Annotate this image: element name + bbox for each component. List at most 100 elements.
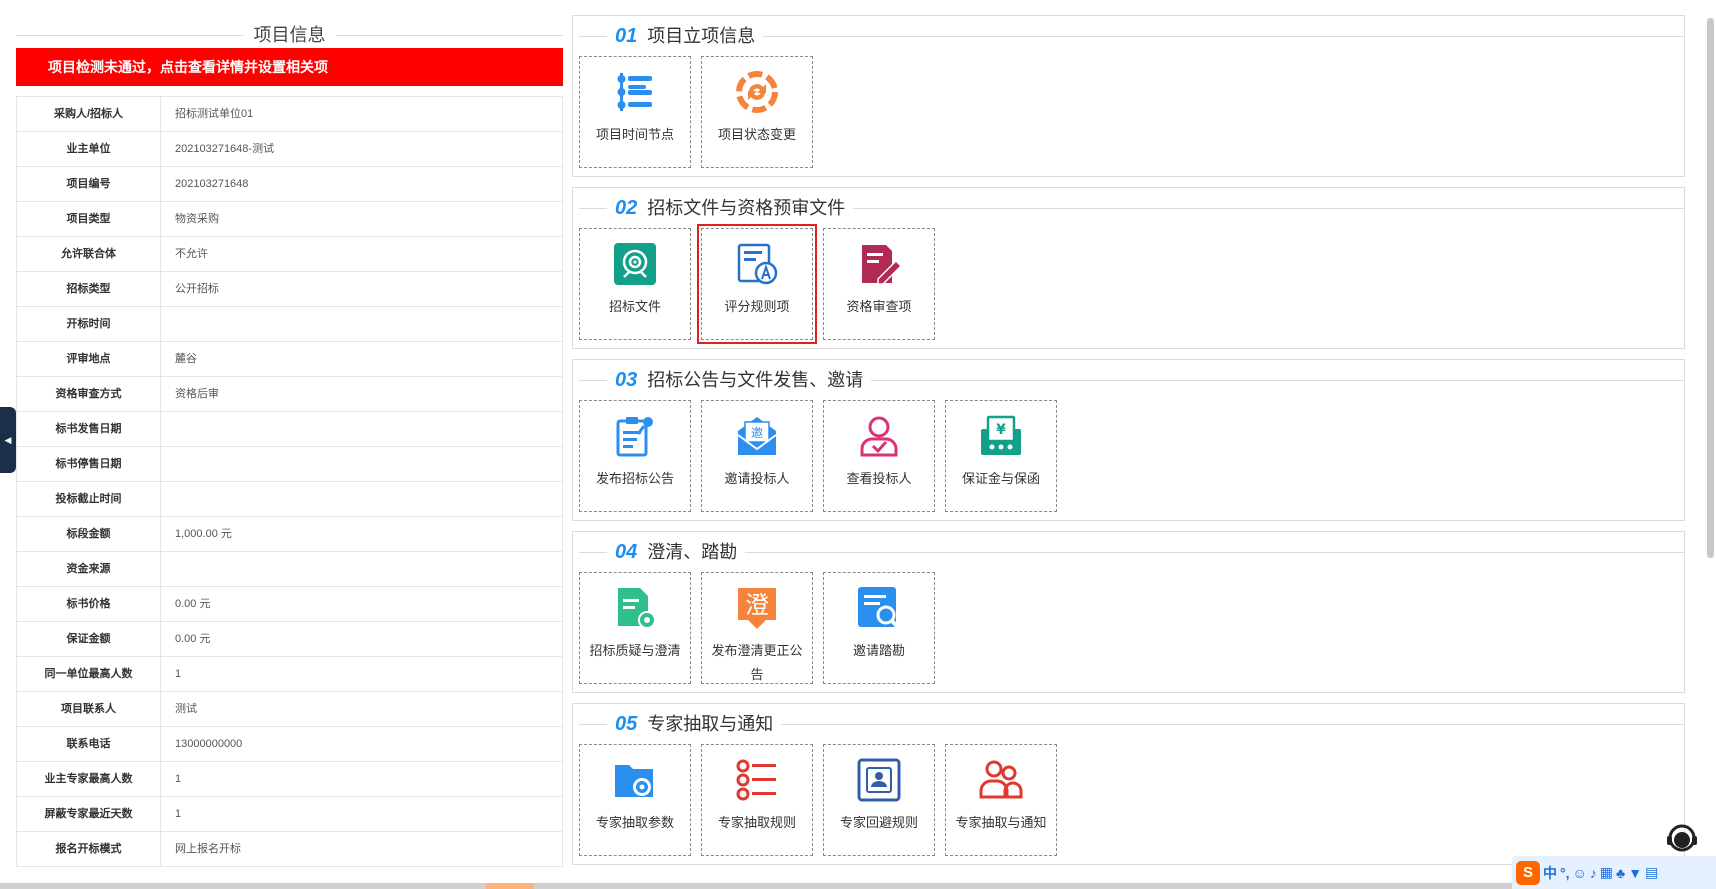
workflow-section-04: 04 澄清、踏勘招标质疑与澄清 澄发布澄清更正公告邀请踏勘 bbox=[572, 531, 1685, 693]
deposit-guarantee-icon: ¥ bbox=[978, 413, 1024, 459]
info-value: 1 bbox=[161, 762, 563, 796]
tile-label: 项目状态变更 bbox=[717, 127, 796, 142]
section-heading: 05 专家抽取与通知 bbox=[607, 710, 782, 736]
section-title: 招标公告与文件发售、邀请 bbox=[647, 370, 864, 390]
rule-list-icon bbox=[734, 757, 780, 803]
section-header: 02 招标文件与资格预审文件 bbox=[579, 188, 1684, 224]
tile-label: 保证金与保函 bbox=[961, 471, 1040, 486]
microphone-icon[interactable]: ♪ bbox=[1590, 865, 1597, 881]
info-label: 资金来源 bbox=[17, 552, 161, 586]
info-value: 招标测试单位01 bbox=[161, 97, 563, 131]
section-heading: 04 澄清、踏勘 bbox=[607, 538, 746, 564]
info-label: 联系电话 bbox=[17, 727, 161, 761]
sidebar-collapse-toggle[interactable]: ◀ bbox=[0, 407, 16, 473]
tile-label: 招标质疑与澄清 bbox=[589, 643, 681, 658]
workflow-tile[interactable]: 专家回避规则 bbox=[823, 744, 935, 856]
sogou-logo-icon[interactable]: S bbox=[1516, 860, 1540, 885]
skin-icon[interactable]: ♣ bbox=[1616, 865, 1625, 881]
workflow-tile[interactable]: 招标文件 bbox=[579, 228, 691, 340]
tile-label: 发布招标公告 bbox=[595, 471, 674, 486]
info-row: 业主单位 202103271648-测试 bbox=[17, 132, 563, 167]
info-value: 0.00 元 bbox=[161, 587, 563, 621]
project-check-alert[interactable]: 项目检测未通过，点击查看详情并设置相关项 bbox=[16, 48, 563, 86]
workflow-section-03: 03 招标公告与文件发售、邀请发布招标公告 邀邀请投标人 查看投标人 ¥ 保证金与保函 bbox=[572, 359, 1685, 521]
workflow-tile[interactable]: 邀邀请投标人 bbox=[701, 400, 813, 512]
workflow-tile[interactable]: 发布招标公告 bbox=[579, 400, 691, 512]
customer-service-icon[interactable] bbox=[1662, 820, 1702, 860]
info-label: 招标类型 bbox=[17, 272, 161, 306]
tile-label: 专家抽取规则 bbox=[717, 815, 796, 830]
info-row: 保证金额 0.00 元 bbox=[17, 622, 563, 657]
workflow-section-02: 02 招标文件与资格预审文件招标文件 评分规则项 资格审查项 bbox=[572, 187, 1685, 349]
page-scrollbar[interactable] bbox=[1705, 0, 1716, 889]
info-label: 开标时间 bbox=[17, 307, 161, 341]
workflow-tile[interactable]: 项目时间节点 bbox=[579, 56, 691, 168]
info-row: 项目类型 物资采购 bbox=[17, 202, 563, 237]
shirt-icon[interactable]: ▼ bbox=[1628, 865, 1642, 881]
emoji-icon[interactable]: ☺ bbox=[1573, 865, 1587, 881]
tile-label: 邀请踏勘 bbox=[852, 643, 905, 658]
info-value bbox=[161, 482, 563, 516]
section-title: 招标文件与资格预审文件 bbox=[647, 198, 846, 218]
info-value: 公开招标 bbox=[161, 272, 563, 306]
info-label: 报名开标模式 bbox=[17, 832, 161, 866]
info-row: 报名开标模式 网上报名开标 bbox=[17, 832, 563, 867]
ime-language-toggle[interactable]: 中 bbox=[1543, 863, 1557, 883]
info-label: 标段金额 bbox=[17, 517, 161, 551]
svg-text:¥: ¥ bbox=[996, 422, 1006, 438]
info-value: 网上报名开标 bbox=[161, 832, 563, 866]
workflow-tile[interactable]: 邀请踏勘 bbox=[823, 572, 935, 684]
section-number: 03 bbox=[615, 369, 638, 391]
info-row: 采购人/招标人 招标测试单位01 bbox=[17, 97, 563, 132]
info-label: 项目编号 bbox=[17, 167, 161, 201]
info-label: 标书发售日期 bbox=[17, 412, 161, 446]
publish-notice-icon bbox=[612, 413, 658, 459]
workflow-tile[interactable]: 招标质疑与澄清 bbox=[579, 572, 691, 684]
punctuation-icon[interactable]: °, bbox=[1560, 865, 1570, 881]
target-document-icon bbox=[612, 241, 658, 287]
info-label: 项目联系人 bbox=[17, 692, 161, 726]
section-header: 03 招标公告与文件发售、邀请 bbox=[579, 360, 1684, 396]
tile-label: 评分规则项 bbox=[724, 299, 790, 314]
expert-group-icon bbox=[978, 757, 1024, 803]
section-number: 05 bbox=[615, 713, 638, 735]
info-value: 测试 bbox=[161, 692, 563, 726]
ime-toolbar[interactable]: S 中 °, ☺ ♪ ▦ ♣ ▼ ▤ bbox=[1512, 856, 1716, 889]
workflow-tile[interactable]: 项目状态变更 bbox=[701, 56, 813, 168]
workflow-section-05: 05 专家抽取与通知专家抽取参数专家抽取规则 专家回避规则 专家抽取与通知 bbox=[572, 703, 1685, 865]
info-value: 1 bbox=[161, 797, 563, 831]
info-value: 麓谷 bbox=[161, 342, 563, 376]
keyboard-icon[interactable]: ▦ bbox=[1600, 864, 1613, 881]
info-row: 联系电话 13000000000 bbox=[17, 727, 563, 762]
scrollbar-thumb[interactable] bbox=[1707, 18, 1714, 558]
section-header: 05 专家抽取与通知 bbox=[579, 704, 1684, 740]
workflow-tile[interactable]: 资格审查项 bbox=[823, 228, 935, 340]
tile-row: 招标文件 评分规则项 资格审查项 bbox=[579, 224, 1684, 348]
info-value: 物资采购 bbox=[161, 202, 563, 236]
tile-label: 项目时间节点 bbox=[595, 127, 674, 142]
info-value: 202103271648 bbox=[161, 167, 563, 201]
workflow-tile[interactable]: 查看投标人 bbox=[823, 400, 935, 512]
info-label: 允许联合体 bbox=[17, 237, 161, 271]
section-number: 02 bbox=[615, 197, 638, 219]
workflow-tile[interactable]: 专家抽取与通知 bbox=[945, 744, 1057, 856]
folder-gear-icon bbox=[612, 757, 658, 803]
info-row: 标书发售日期 bbox=[17, 412, 563, 447]
project-info-panel: 项目信息 项目检测未通过，点击查看详情并设置相关项 采购人/招标人 招标测试单位0… bbox=[16, 22, 563, 889]
info-row: 屏蔽专家最近天数 1 bbox=[17, 797, 563, 832]
section-number: 01 bbox=[615, 25, 638, 47]
menu-grid-icon[interactable]: ▤ bbox=[1645, 864, 1658, 881]
taskbar-active-tab[interactable] bbox=[486, 883, 534, 889]
info-row: 开标时间 bbox=[17, 307, 563, 342]
workflow-tile[interactable]: 专家抽取规则 bbox=[701, 744, 813, 856]
workflow-tile[interactable]: 评分规则项 bbox=[697, 224, 817, 344]
section-heading: 02 招标文件与资格预审文件 bbox=[607, 194, 854, 220]
workflow-tile[interactable]: ¥ 保证金与保函 bbox=[945, 400, 1057, 512]
svg-text:邀: 邀 bbox=[751, 425, 763, 440]
workflow-tile[interactable]: 澄发布澄清更正公告 bbox=[701, 572, 813, 684]
tile-row: 发布招标公告 邀邀请投标人 查看投标人 ¥ 保证金与保函 bbox=[579, 396, 1684, 520]
workflow-tile[interactable]: 专家抽取参数 bbox=[579, 744, 691, 856]
info-row: 项目编号 202103271648 bbox=[17, 167, 563, 202]
doc-settings-icon bbox=[612, 585, 658, 631]
tile-row: 招标质疑与澄清 澄发布澄清更正公告邀请踏勘 bbox=[579, 568, 1684, 692]
